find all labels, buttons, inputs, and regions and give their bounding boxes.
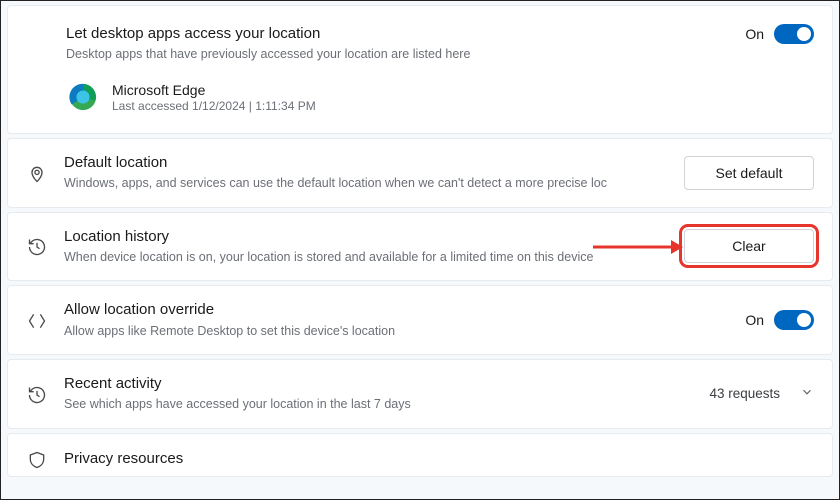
desktop-apps-location-section: Let desktop apps access your location De…: [7, 5, 833, 134]
edge-icon: [68, 82, 98, 112]
app-name: Microsoft Edge: [112, 82, 316, 98]
chevron-down-icon: [800, 385, 814, 402]
location-override-section: Allow location override Allow apps like …: [7, 285, 833, 355]
default-location-title: Default location: [64, 153, 670, 173]
desktop-apps-toggle[interactable]: On: [745, 24, 814, 44]
default-location-subtitle: Windows, apps, and services can use the …: [64, 175, 670, 193]
desktop-apps-title: Let desktop apps access your location: [66, 24, 731, 44]
location-override-title: Allow location override: [64, 300, 731, 320]
location-pin-icon: [24, 162, 50, 184]
override-icon: [24, 309, 50, 331]
shield-icon: [24, 448, 50, 470]
toggle-switch-on: [774, 24, 814, 44]
set-default-button[interactable]: Set default: [684, 156, 814, 190]
location-override-toggle[interactable]: On: [745, 310, 814, 330]
history-icon: [24, 235, 50, 257]
privacy-resources-title: Privacy resources: [64, 449, 814, 469]
toggle-label: On: [745, 26, 764, 42]
location-override-subtitle: Allow apps like Remote Desktop to set th…: [64, 323, 731, 341]
location-history-section: Location history When device location is…: [7, 212, 833, 282]
default-location-section: Default location Windows, apps, and serv…: [7, 138, 833, 208]
recent-activity-section[interactable]: Recent activity See which apps have acce…: [7, 359, 833, 429]
requests-count: 43 requests: [709, 386, 780, 401]
privacy-resources-section[interactable]: Privacy resources: [7, 433, 833, 477]
recent-activity-subtitle: See which apps have accessed your locati…: [64, 396, 695, 414]
recent-activity-title: Recent activity: [64, 374, 695, 394]
activity-history-icon: [24, 383, 50, 405]
desktop-apps-subtitle: Desktop apps that have previously access…: [66, 46, 731, 64]
location-history-title: Location history: [64, 227, 670, 247]
toggle-switch-on: [774, 310, 814, 330]
clear-button[interactable]: Clear: [684, 229, 814, 263]
toggle-label: On: [745, 312, 764, 328]
location-history-subtitle: When device location is on, your locatio…: [64, 249, 670, 267]
app-last-accessed: Last accessed 1/12/2024 | 1:11:34 PM: [112, 99, 316, 113]
app-entry-edge: Microsoft Edge Last accessed 1/12/2024 |…: [68, 82, 731, 113]
